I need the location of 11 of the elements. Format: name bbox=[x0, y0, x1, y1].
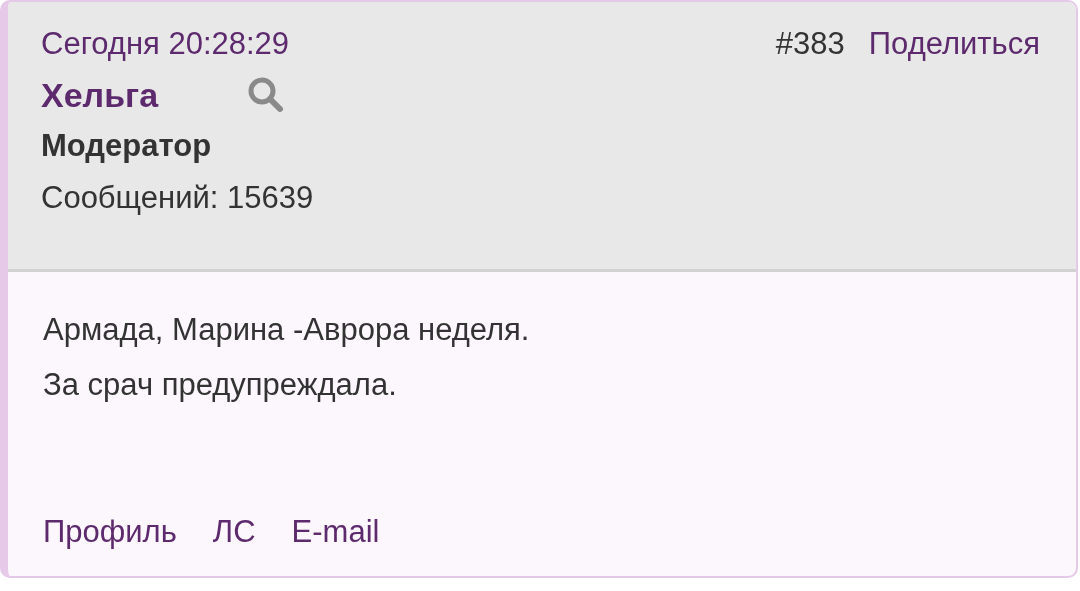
footer-link[interactable]: Профиль bbox=[43, 510, 177, 554]
post-number: #383 bbox=[775, 25, 845, 63]
message-text: Армада, Марина -Аврора неделя. bbox=[43, 311, 531, 349]
author-name[interactable]: Хельга bbox=[41, 70, 159, 120]
share-link[interactable]: Поделиться bbox=[868, 22, 1040, 66]
footer-link[interactable]: ЛС bbox=[212, 510, 256, 554]
post-time: Сегодня 20:28:29 bbox=[41, 25, 290, 63]
message-text: За срач предупреждала. bbox=[43, 366, 398, 404]
author-role: Модератор bbox=[41, 127, 213, 165]
footer-link[interactable]: E-mail bbox=[291, 510, 380, 554]
post-count: Сообщений: 15639 bbox=[41, 179, 315, 217]
